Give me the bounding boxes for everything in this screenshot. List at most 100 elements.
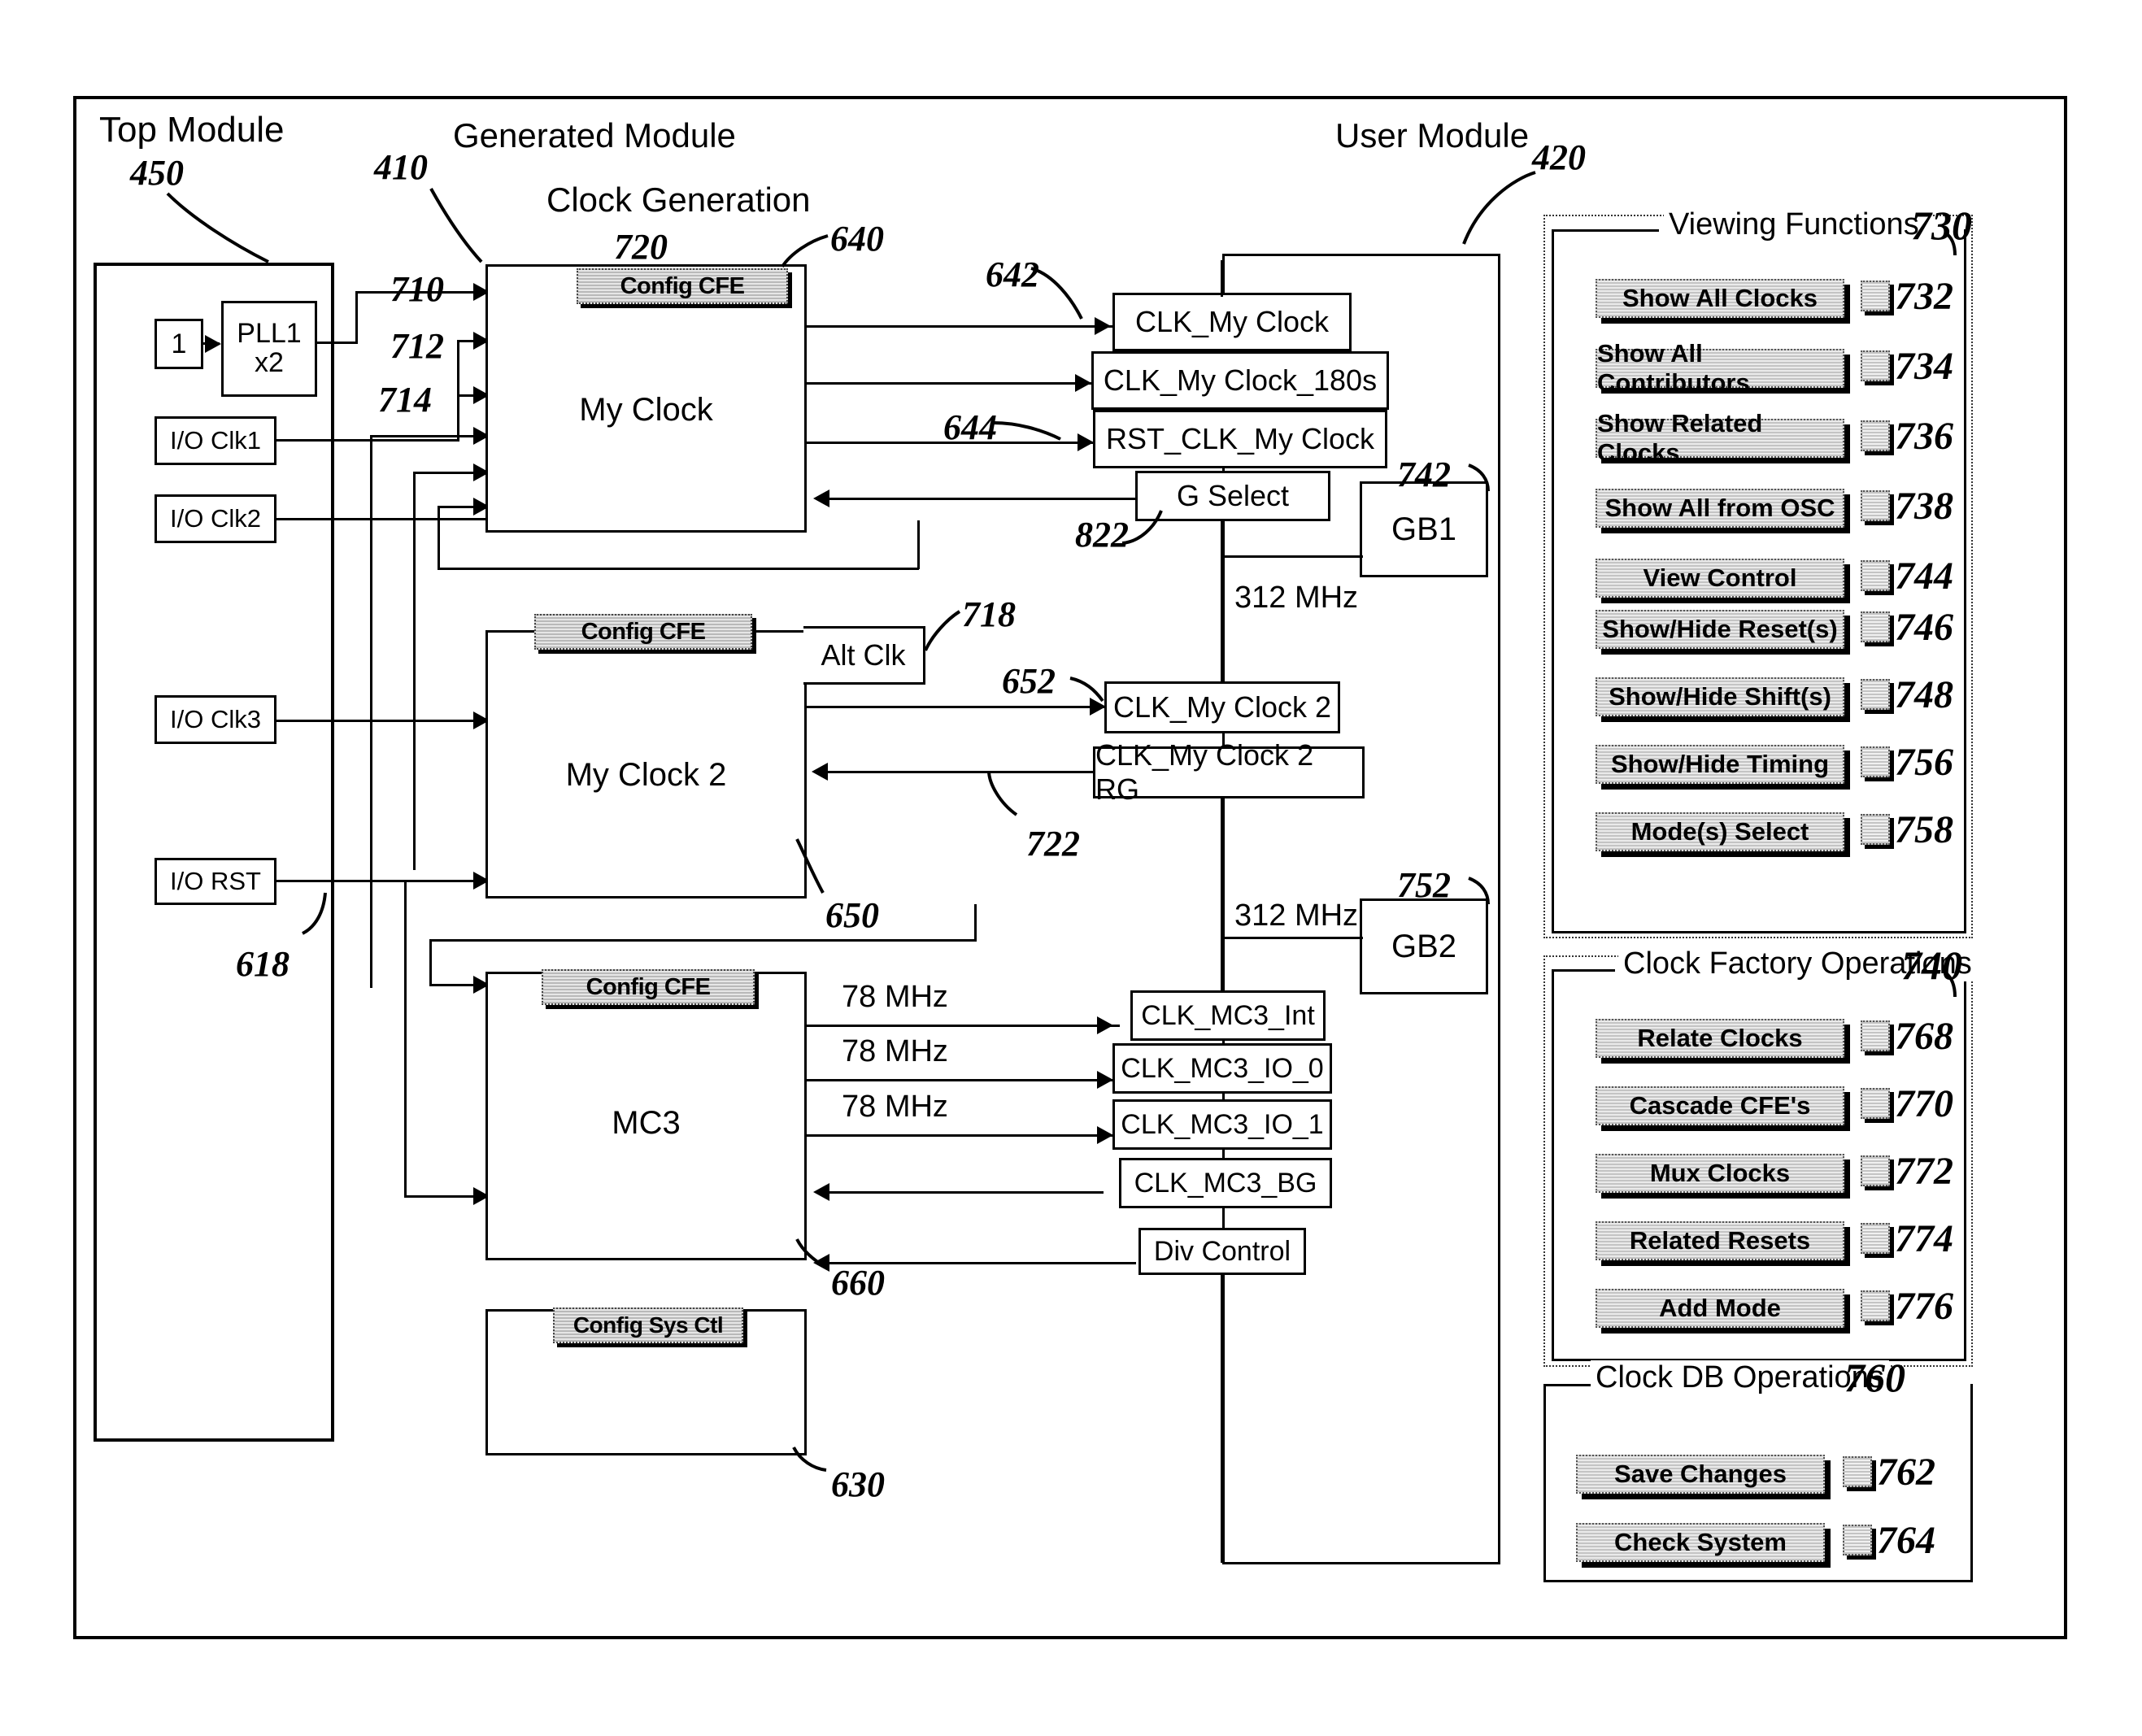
wire-716-b-riser: [413, 472, 416, 870]
checkbox-772[interactable]: [1861, 1155, 1890, 1186]
button-modes-select[interactable]: Mode(s) Select: [1596, 812, 1844, 851]
checkbox-774[interactable]: [1861, 1223, 1890, 1254]
checkbox-736[interactable]: [1861, 420, 1890, 451]
signal-box-clk-mc3-bg[interactable]: CLK_MC3_BG: [1119, 1158, 1332, 1208]
panel-cdb-top-left-rail: [1543, 1384, 1596, 1386]
checkbox-734[interactable]: [1861, 350, 1890, 381]
user-module-right-edge: [1498, 254, 1500, 1564]
gb2-label: GB2: [1391, 928, 1457, 964]
wire-gselect-fb: [823, 498, 1136, 500]
button-show-hide-timing[interactable]: Show/Hide Timing: [1596, 745, 1844, 784]
config-cfe-label-my-clock: Config CFE: [620, 272, 745, 299]
wire-gb1: [1221, 555, 1363, 558]
button-show-all-clocks-label: Show All Clocks: [1622, 284, 1818, 312]
button-related-resets[interactable]: Related Resets: [1596, 1221, 1844, 1260]
signal-box-clk-my-clock-2[interactable]: CLK_My Clock 2: [1104, 681, 1340, 733]
checkbox-746[interactable]: [1861, 611, 1890, 642]
block-io-clk2: I/O Clk2: [155, 494, 276, 543]
button-show-hide-resets-label: Show/Hide Reset(s): [1602, 615, 1838, 643]
pll1-label: PLL1: [237, 318, 302, 350]
button-save-changes[interactable]: Save Changes: [1576, 1455, 1825, 1494]
button-view-control[interactable]: View Control: [1596, 559, 1844, 598]
checkbox-768[interactable]: [1861, 1020, 1890, 1051]
signal-label-clk-my-clock-180s: CLK_My Clock_180s: [1103, 363, 1378, 397]
checkbox-756[interactable]: [1861, 746, 1890, 777]
generated-module-ref: 410: [374, 147, 428, 187]
wire-gb2: [1221, 937, 1363, 939]
signal-label-clk-my-clock-2-rg: CLK_My Clock 2 RG: [1095, 738, 1314, 806]
checkbox-776[interactable]: [1861, 1290, 1890, 1321]
checkbox-732[interactable]: [1861, 281, 1890, 311]
wire-716-a-riser: [370, 435, 372, 988]
panel-clock-factory-operations-ref: 740: [1901, 942, 1962, 988]
button-show-related-clocks[interactable]: Show Related Clocks: [1596, 409, 1844, 467]
wire-mc3-in-a-riser: [429, 939, 432, 986]
wire-mc3-in-a-drop: [974, 904, 977, 942]
signal-box-clk-my-clock-180s[interactable]: CLK_My Clock_180s: [1091, 351, 1389, 410]
signal-box-clk-my-clock-2-rg[interactable]: CLK_My Clock 2 RG: [1093, 738, 1365, 806]
wire-iorst-run: [404, 880, 476, 882]
button-show-hide-shifts-label: Show/Hide Shift(s): [1609, 682, 1831, 711]
checkbox-770[interactable]: [1861, 1088, 1890, 1119]
button-show-all-contributors[interactable]: Show All Contributors: [1596, 339, 1844, 397]
signal-box-div-control[interactable]: Div Control: [1138, 1228, 1306, 1275]
gb2-block[interactable]: GB2: [1360, 898, 1488, 994]
cfe-block-my-clock[interactable]: My Clock: [485, 264, 807, 533]
checkbox-738[interactable]: [1861, 490, 1890, 521]
checkbox-764[interactable]: [1843, 1525, 1872, 1555]
ref-772: 772: [1895, 1150, 1953, 1193]
wire-716-c-run: [438, 568, 919, 570]
wire-clk-myclock2-arrow: [1090, 698, 1106, 716]
ref-756: 756: [1895, 741, 1953, 784]
cfe-block-mc3[interactable]: MC3: [485, 972, 807, 1260]
wire-clk-myclock180: [807, 382, 1097, 385]
gb1-block[interactable]: GB1: [1360, 481, 1488, 577]
button-cascade-cfes[interactable]: Cascade CFE's: [1596, 1086, 1844, 1125]
wire-ioclk2: [276, 518, 494, 520]
button-check-system[interactable]: Check System: [1576, 1523, 1825, 1562]
ref-770: 770: [1895, 1082, 1953, 1125]
ref-764: 764: [1877, 1519, 1935, 1562]
wire-mc3-io0: [807, 1079, 1120, 1081]
wire-clk-myclock2: [807, 706, 1112, 708]
checkbox-758[interactable]: [1861, 814, 1890, 845]
button-show-hide-shifts[interactable]: Show/Hide Shift(s): [1596, 677, 1844, 716]
ref-748: 748: [1895, 673, 1953, 716]
signal-spine-b: [1221, 520, 1223, 683]
ref-774: 774: [1895, 1217, 1953, 1260]
button-related-resets-label: Related Resets: [1629, 1226, 1811, 1255]
pll1-mult: x2: [255, 347, 284, 378]
checkbox-748[interactable]: [1861, 679, 1890, 710]
checkbox-744[interactable]: [1861, 560, 1890, 591]
button-show-all-from-osc[interactable]: Show All from OSC: [1596, 489, 1844, 528]
config-cfe-button-my-clock-2[interactable]: Config CFE: [534, 614, 752, 650]
cfe-block-my-clock-2-label: My Clock 2: [565, 756, 727, 793]
config-cfe-button-my-clock[interactable]: Config CFE: [577, 268, 788, 304]
signal-box-clk-mc3-int[interactable]: CLK_MC3_Int: [1130, 990, 1326, 1041]
button-add-mode[interactable]: Add Mode: [1596, 1289, 1844, 1328]
signal-box-g-select[interactable]: G Select: [1135, 471, 1330, 521]
button-save-changes-label: Save Changes: [1614, 1460, 1787, 1488]
config-cfe-button-mc3[interactable]: Config CFE: [542, 969, 755, 1005]
signal-spine-d: [1221, 1273, 1223, 1563]
signal-box-clk-my-clock[interactable]: CLK_My Clock: [1112, 293, 1352, 351]
signal-box-clk-mc3-io-1[interactable]: CLK_MC3_IO_1: [1112, 1099, 1332, 1150]
one-to-pll-line: [203, 342, 220, 345]
ref-738: 738: [1895, 485, 1953, 528]
wire-clk-myclock-arrow: [1095, 317, 1111, 335]
checkbox-762[interactable]: [1843, 1456, 1872, 1487]
signal-box-rst-clk-my-clock[interactable]: RST_CLK_My Clock: [1093, 410, 1387, 468]
ref-776: 776: [1895, 1285, 1953, 1328]
button-mux-clocks[interactable]: Mux Clocks: [1596, 1154, 1844, 1193]
button-relate-clocks[interactable]: Relate Clocks: [1596, 1019, 1844, 1058]
config-sys-ctl-button[interactable]: Config Sys Ctl: [553, 1307, 743, 1343]
button-show-all-clocks[interactable]: Show All Clocks: [1596, 279, 1844, 318]
cfe-block-my-clock-2[interactable]: My Clock 2: [485, 630, 807, 898]
signal-box-clk-mc3-io-0[interactable]: CLK_MC3_IO_0: [1112, 1043, 1332, 1094]
signal-label-clk-my-clock: CLK_My Clock: [1134, 305, 1330, 338]
panel-viewing-functions-title: Viewing Functions: [1664, 207, 1924, 242]
wire-iorst: [276, 880, 407, 882]
button-show-related-clocks-label: Show Related Clocks: [1597, 409, 1763, 467]
button-show-hide-resets[interactable]: Show/Hide Reset(s): [1596, 610, 1844, 649]
wire-rst-clk-myclock-arrow: [1078, 433, 1094, 451]
